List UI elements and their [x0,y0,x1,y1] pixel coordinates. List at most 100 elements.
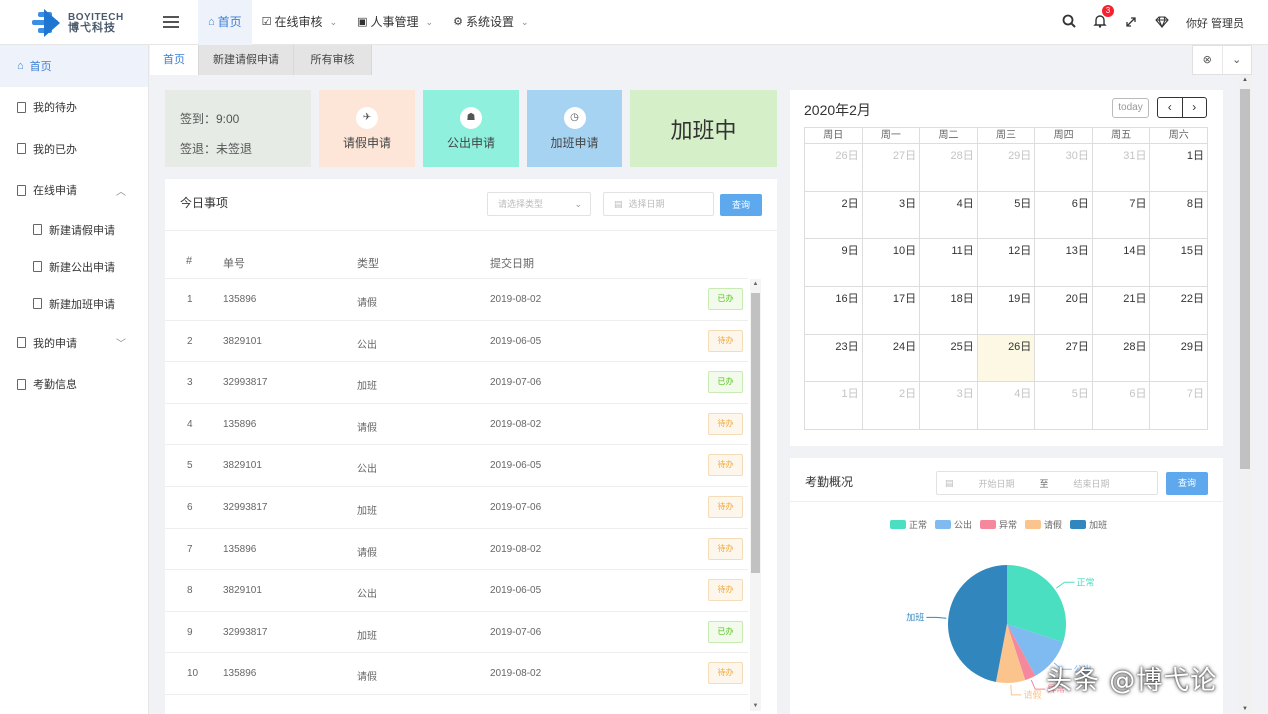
chevron-right-icon[interactable]: › [1181,98,1207,117]
calendar-day[interactable]: 18日 [920,287,978,335]
sidebar-item-my-done[interactable]: 我的已办 [0,128,148,170]
table-row[interactable]: 1 135896 请假 2019-08-02 已办 [165,279,748,321]
business-trip-card[interactable]: ☗ 公出申请 [423,90,519,167]
sidebar-item-new-business-trip[interactable]: 新建公出申请 [0,248,148,285]
calendar-day[interactable]: 1日 [1150,144,1209,192]
calendar-day[interactable]: 7日 [1150,382,1209,431]
calendar-day[interactable]: 13日 [1035,239,1093,288]
scroll-down-icon[interactable]: ▼ [750,703,761,709]
tab-home[interactable]: 首页 [150,45,199,75]
pie-slice[interactable] [948,565,1007,682]
calendar-day[interactable]: 23日 [805,334,863,383]
calendar-day[interactable]: 4日 [977,382,1036,431]
calendar-day[interactable]: 28日 [920,144,978,192]
date-input[interactable]: ▤ 选择日期 [603,192,714,216]
calendar-day[interactable]: 26日 [805,144,863,192]
calendar-day[interactable]: 15日 [1150,239,1209,288]
status-badge[interactable]: 待办 [708,662,743,685]
bell-icon[interactable]: 3 [1085,5,1116,31]
calendar-day[interactable]: 20日 [1035,287,1093,335]
sidebar-item-my-todo[interactable]: 我的待办 [0,87,148,129]
diamond-icon[interactable] [1147,15,1178,31]
calendar-day[interactable]: 28日 [1092,334,1151,383]
scroll-down-icon[interactable]: ▼ [1239,706,1251,712]
fullscreen-icon[interactable] [1116,15,1147,31]
sidebar-item-home[interactable]: ⌂ 首页 [0,45,148,87]
sidebar-item-new-leave[interactable]: 新建请假申请 [0,211,148,248]
table-row[interactable]: 3 32993817 加班 2019-07-06 已办 [165,362,748,404]
calendar-day[interactable]: 5日 [977,191,1036,240]
status-badge[interactable]: 已办 [708,288,743,310]
calendar-day[interactable]: 27日 [862,144,921,192]
table-row[interactable]: 7 135896 请假 2019-08-02 待办 [165,529,748,571]
scroll-up-icon[interactable]: ▲ [1239,77,1251,83]
table-row[interactable]: 10 135896 请假 2019-08-02 待办 [165,653,748,695]
calendar-day[interactable]: 2日 [805,191,863,240]
user-greeting[interactable]: 你好 管理员 [1186,15,1244,31]
status-badge[interactable]: 待办 [708,412,743,435]
calendar-day[interactable]: 29日 [977,144,1036,192]
table-row[interactable]: 2 3829101 公出 2019-06-05 待办 [165,321,748,363]
chevron-left-icon[interactable]: ‹ [1158,98,1182,117]
topnav-settings[interactable]: ⚙ 系统设置 ⌄ [443,0,538,45]
type-select[interactable]: 请选择类型 ⌄ [487,192,591,216]
calendar-day[interactable]: 25日 [920,334,978,383]
page-scrollbar[interactable]: ▲ ▼ [1239,75,1251,714]
table-row[interactable]: 5 3829101 公出 2019-06-05 待办 [165,445,748,487]
table-scroll-thumb[interactable] [751,293,760,573]
calendar-day[interactable]: 22日 [1150,287,1209,335]
status-badge[interactable]: 待办 [708,454,743,477]
calendar-day[interactable]: 9日 [805,239,863,288]
tab-menu-chevron-icon[interactable]: ⌄ [1221,46,1252,74]
calendar-day[interactable]: 27日 [1035,334,1093,383]
tab-all-reviews[interactable]: 所有审核 [294,45,372,75]
page-scroll-thumb[interactable] [1240,89,1250,469]
calendar-day[interactable]: 17日 [862,287,921,335]
calendar-day[interactable]: 21日 [1092,287,1151,335]
calendar-day[interactable]: 30日 [1035,144,1093,192]
status-badge[interactable]: 已办 [708,620,743,643]
calendar-day[interactable]: 31日 [1092,144,1151,192]
calendar-day[interactable]: 12日 [977,239,1036,288]
topnav-home[interactable]: ⌂ 首页 [198,0,252,45]
table-row[interactable]: 8 3829101 公出 2019-06-05 待办 [165,570,748,612]
status-badge[interactable]: 已办 [708,371,743,394]
menu-toggle-icon[interactable] [163,14,179,30]
calendar-day[interactable]: 3日 [862,191,921,240]
calendar-day[interactable]: 8日 [1150,191,1209,240]
calendar-day[interactable]: 1日 [805,382,863,431]
calendar-day[interactable]: 16日 [805,287,863,335]
table-row[interactable]: 6 32993817 加班 2019-07-06 待办 [165,487,748,529]
calendar-day[interactable]: 19日 [977,287,1036,335]
table-row[interactable]: 9 32993817 加班 2019-07-06 已办 [165,612,748,654]
calendar-day[interactable]: 11日 [920,239,978,288]
calendar-day[interactable]: 4日 [920,191,978,240]
sidebar-item-attendance[interactable]: 考勤信息 [0,364,148,406]
tab-close-icon[interactable]: ⊗ [1193,46,1222,74]
sidebar-item-my-applications[interactable]: 我的申请 ﹀ [0,322,148,364]
overtime-status-card[interactable]: 加班中 [630,90,777,167]
sidebar-item-online-apply[interactable]: 在线申请 ︿ [0,170,148,212]
table-scrollbar[interactable]: ▲ ▼ [750,279,761,711]
calendar-day[interactable]: 14日 [1092,239,1151,288]
topnav-hr[interactable]: ▣ 人事管理 ⌄ [347,0,443,45]
calendar-day[interactable]: 5日 [1035,382,1093,431]
leave-apply-card[interactable]: ✈ 请假申请 [319,90,415,167]
table-row[interactable]: 4 135896 请假 2019-08-02 待办 [165,404,748,446]
topnav-online-review[interactable]: ☑ 在线审核 ⌄ [252,0,347,45]
status-badge[interactable]: 待办 [708,496,743,518]
calendar-today-button[interactable]: today [1112,98,1149,118]
calendar-day[interactable]: 7日 [1092,191,1151,240]
calendar-day[interactable]: 10日 [862,239,921,288]
calendar-day[interactable]: 24日 [862,334,921,383]
calendar-day[interactable]: 26日 [977,334,1036,383]
scroll-up-icon[interactable]: ▲ [750,281,761,287]
calendar-day[interactable]: 6日 [1092,382,1151,431]
calendar-day[interactable]: 6日 [1035,191,1093,240]
overtime-apply-card[interactable]: ◷ 加班申请 [527,90,622,167]
calendar-day[interactable]: 29日 [1150,334,1209,383]
status-badge[interactable]: 待办 [708,579,743,602]
status-badge[interactable]: 待办 [708,537,743,560]
logo[interactable]: BOYITECH 博弋科技 [0,0,150,45]
today-query-button[interactable]: 查询 [720,194,762,216]
